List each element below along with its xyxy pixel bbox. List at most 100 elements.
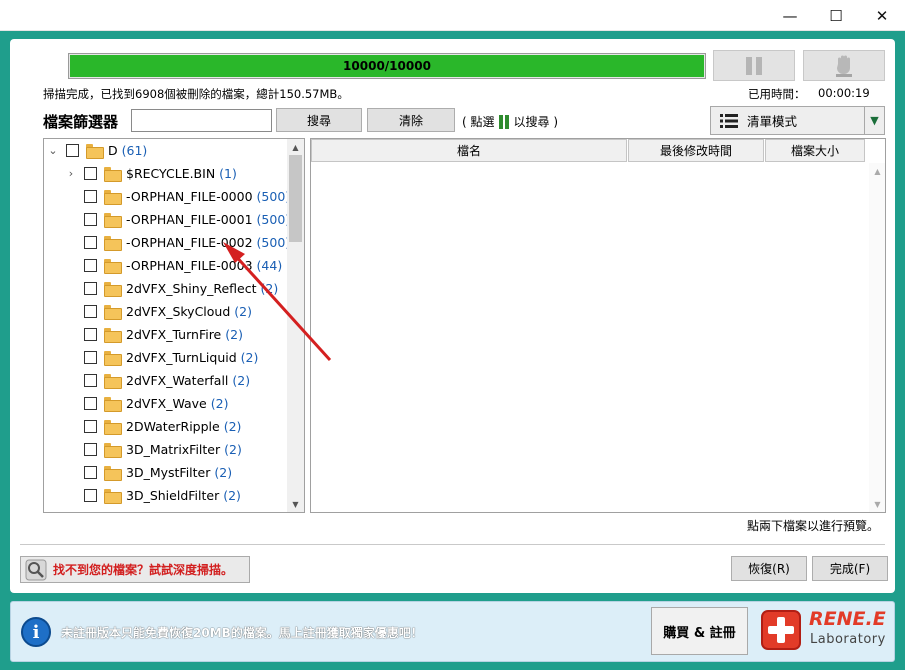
tree-root[interactable]: ⌄ D (61)	[44, 139, 147, 162]
view-mode-select[interactable]: 清單模式 ▼	[710, 106, 885, 135]
tree-checkbox[interactable]	[84, 466, 97, 479]
list-scroll-down-icon[interactable]: ▼	[869, 496, 886, 512]
tree-checkbox[interactable]	[84, 489, 97, 502]
column-header-size[interactable]: 檔案大小	[765, 139, 865, 162]
tree-item-count: (500)	[256, 189, 291, 204]
progress-text: 10000/10000	[343, 59, 431, 73]
tree-item[interactable]: 2dVFX_Waterfall (2)	[64, 369, 250, 392]
tree-item[interactable]: 2dVFX_Shiny_Reflect (2)	[64, 277, 278, 300]
logo-plus-icon	[761, 610, 801, 650]
clear-button[interactable]: 清除	[367, 108, 455, 132]
filter-input[interactable]	[131, 109, 272, 132]
tree-checkbox[interactable]	[84, 259, 97, 272]
tree-checkbox[interactable]	[84, 351, 97, 364]
file-list-panel[interactable]: 檔名 最後修改時間 檔案大小 ▲ ▼	[310, 138, 886, 513]
tree-item[interactable]: 2dVFX_SkyCloud (2)	[64, 300, 252, 323]
scan-result-text: 掃描完成，已找到6908個被刪除的檔案，總計150.57MB。	[43, 87, 349, 101]
elapsed-time-value: 00:00:19	[818, 86, 870, 100]
elapsed-time-label: 已用時間：	[748, 87, 806, 101]
folder-icon	[104, 305, 122, 320]
tree-item[interactable]: 3D_ShieldFilter (2)	[64, 484, 241, 507]
scroll-up-icon[interactable]: ▲	[287, 139, 304, 155]
close-button[interactable]: ✕	[859, 0, 905, 31]
tree-scrollbar[interactable]: ▲ ▼	[287, 139, 304, 512]
list-scrollbar[interactable]: ▲ ▼	[869, 163, 885, 512]
scroll-thumb[interactable]	[289, 155, 302, 242]
tree-item-count: (2)	[225, 327, 243, 342]
folder-icon	[104, 374, 122, 389]
deep-scan-text: 找不到您的檔案？試試深度掃描。	[53, 563, 234, 577]
folder-icon	[104, 259, 122, 274]
logo-subtitle: Laboratory	[810, 632, 886, 647]
tree-item-count: (2)	[260, 281, 279, 296]
stop-button[interactable]	[803, 50, 885, 81]
pause-button[interactable]	[713, 50, 795, 81]
expand-chevron-icon[interactable]: ›	[64, 167, 78, 180]
tree-item-name: 2dVFX_Waterfall	[126, 373, 229, 388]
file-list-area[interactable]	[311, 163, 885, 512]
list-scroll-up-icon[interactable]: ▲	[869, 163, 886, 179]
tree-item-name: -ORPHAN_FILE-0002	[126, 235, 253, 250]
tree-item[interactable]: 2dVFX_Wave (2)	[64, 392, 228, 415]
tree-checkbox[interactable]	[84, 420, 97, 433]
minimize-button[interactable]: —	[767, 0, 813, 31]
maximize-button[interactable]: ☐	[813, 0, 859, 31]
tree-checkbox[interactable]	[66, 144, 79, 157]
folder-icon	[104, 489, 122, 504]
tree-item[interactable]: 3D_MatrixFilter (2)	[64, 438, 242, 461]
tree-item-count: (2)	[214, 465, 233, 480]
folder-tree[interactable]: ⌄ D (61) › $RECYCLE.BIN (1) -ORPHAN_FILE-0…	[43, 138, 305, 513]
tree-item-name: -ORPHAN_FILE-0003	[126, 258, 253, 273]
tree-item[interactable]: -ORPHAN_FILE-0000 (500)	[64, 185, 290, 208]
finish-button[interactable]: 完成(F)	[812, 556, 888, 581]
renee-logo: RENE.E Laboratory	[761, 608, 886, 654]
collapse-chevron-icon[interactable]: ⌄	[46, 144, 60, 157]
folder-icon	[104, 167, 122, 182]
folder-icon	[104, 213, 122, 228]
folder-icon	[104, 190, 122, 205]
folder-icon	[104, 420, 122, 435]
folder-icon	[104, 328, 122, 343]
column-header-modified[interactable]: 最後修改時間	[628, 139, 764, 162]
tree-item[interactable]: -ORPHAN_FILE-0001 (500)	[64, 208, 290, 231]
tree-item-count: (44)	[256, 258, 283, 273]
logo-name: RENE.E	[809, 608, 886, 630]
tree-checkbox[interactable]	[84, 167, 97, 180]
tree-item[interactable]: 2dVFX_TurnLiquid (2)	[64, 346, 258, 369]
deep-scan-button[interactable]: 找不到您的檔案？試試深度掃描。	[20, 556, 250, 583]
tree-checkbox[interactable]	[84, 374, 97, 387]
tree-item-count: (2)	[240, 350, 259, 365]
tree-item-count: (2)	[223, 488, 241, 503]
tree-checkbox[interactable]	[84, 305, 97, 318]
tree-item-name: 2dVFX_TurnLiquid	[126, 350, 237, 365]
tree-checkbox[interactable]	[84, 213, 97, 226]
dropdown-arrow-icon[interactable]: ▼	[864, 107, 884, 134]
search-button[interactable]: 搜尋	[276, 108, 362, 132]
tree-item-count: (500)	[256, 235, 291, 250]
preview-hint: 點兩下檔案以進行預覽。	[746, 519, 879, 533]
file-filter-label: 檔案篩選器	[43, 113, 119, 131]
tree-checkbox[interactable]	[84, 190, 97, 203]
tree-item[interactable]: 2dVFX_TurnFire (2)	[64, 323, 243, 346]
column-header-name[interactable]: 檔名	[311, 139, 627, 162]
scroll-down-icon[interactable]: ▼	[287, 496, 304, 512]
buy-register-button[interactable]: 購買 & 註冊	[651, 607, 748, 655]
tree-item[interactable]: -ORPHAN_FILE-0002 (500)	[64, 231, 290, 254]
folder-icon	[104, 282, 122, 297]
tree-checkbox[interactable]	[84, 282, 97, 295]
registration-footer: i 未註冊版本只能免費恢復20MB的檔案。馬上註冊獲取獨家優惠吧！ 購買 & 註…	[10, 601, 895, 662]
tree-checkbox[interactable]	[84, 236, 97, 249]
tree-item[interactable]: -ORPHAN_FILE-0003 (44)	[64, 254, 282, 277]
tree-item[interactable]: 2DWaterRipple (2)	[64, 415, 241, 438]
tree-item-count: (2)	[234, 304, 252, 319]
folder-icon	[86, 144, 104, 159]
tree-checkbox[interactable]	[84, 397, 97, 410]
tree-checkbox[interactable]	[84, 443, 97, 456]
tree-item[interactable]: › $RECYCLE.BIN (1)	[64, 162, 237, 185]
tree-item-name: 2dVFX_Shiny_Reflect	[126, 281, 257, 296]
recover-button[interactable]: 恢復(R)	[731, 556, 807, 581]
tree-item[interactable]: 3D_MystFilter (2)	[64, 461, 232, 484]
tree-checkbox[interactable]	[84, 328, 97, 341]
scan-progress-bar: 10000/10000	[68, 53, 706, 79]
title-bar: — ☐ ✕	[0, 0, 905, 31]
